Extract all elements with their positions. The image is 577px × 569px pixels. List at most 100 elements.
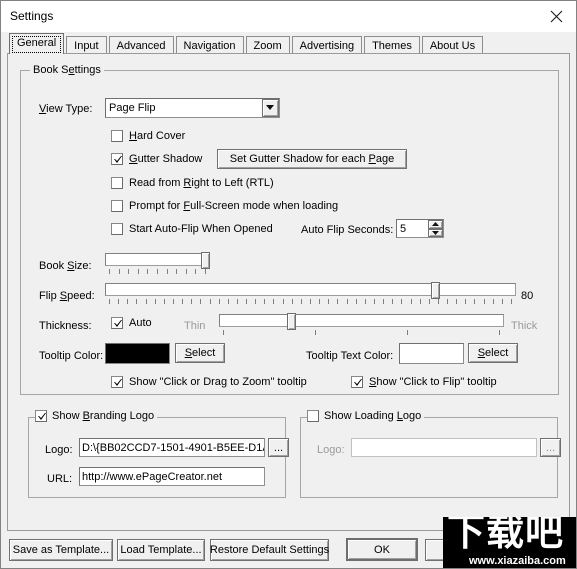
watermark-logo-text: 下载吧 [447, 517, 565, 554]
set-gutter-shadow-button[interactable]: Set Gutter Shadow for each Page [217, 149, 407, 169]
checkbox-box [111, 177, 123, 189]
tooltip-color-swatch[interactable] [105, 343, 170, 364]
slider-thumb[interactable] [431, 282, 440, 299]
checkbox-box [111, 200, 123, 212]
button-label: Load Template... [120, 544, 202, 556]
loading-logo-group: Show Loading Logo Logo: ... [300, 410, 561, 498]
book-settings-legend: Book Settings [30, 64, 104, 76]
prompt-fullscreen-checkbox[interactable]: Prompt for Full-Screen mode when loading [111, 200, 338, 212]
button-label: ... [545, 441, 556, 454]
slider-ticks [219, 330, 504, 336]
view-type-value: Page Flip [109, 102, 156, 114]
tooltip-color-select-button[interactable]: Select [175, 343, 225, 363]
show-flip-tooltip-label: Show "Click to Flip" tooltip [369, 376, 497, 388]
button-label: Select [477, 347, 509, 359]
thickness-min-label: Thin [184, 320, 206, 332]
close-button[interactable] [536, 1, 576, 32]
settings-dialog: Settings General Input Advanced Navigati… [0, 0, 577, 569]
tab-input[interactable]: Input [66, 36, 107, 54]
read-rtl-checkbox[interactable]: Read from Right to Left (RTL) [111, 177, 274, 189]
checkbox-box [111, 153, 123, 165]
branding-logo-browse-button[interactable]: ... [268, 438, 289, 457]
check-icon [113, 318, 123, 329]
gutter-shadow-checkbox[interactable]: Gutter Shadow [111, 153, 202, 165]
slider-track [105, 283, 516, 296]
tab-about-us[interactable]: About Us [421, 36, 484, 54]
show-loading-logo-checkbox[interactable] [307, 410, 319, 422]
start-autoflip-checkbox[interactable]: Start Auto-Flip When Opened [111, 223, 273, 235]
tooltip-text-color-select-button[interactable]: Select [468, 343, 518, 363]
show-branding-logo-checkbox[interactable] [35, 410, 47, 422]
slider-ticks [105, 299, 516, 305]
slider-thumb[interactable] [287, 313, 296, 330]
check-icon [113, 154, 123, 165]
flip-speed-value: 80 [521, 290, 534, 302]
button-label: Select [184, 347, 216, 359]
window-title: Settings [10, 9, 54, 23]
thickness-slider[interactable] [219, 313, 504, 336]
show-loading-logo-label: Show Loading Logo [324, 410, 422, 422]
tab-label: Navigation [183, 40, 236, 52]
tooltip-color-label: Tooltip Color: [39, 350, 104, 362]
tab-advanced[interactable]: Advanced [108, 36, 174, 54]
chevron-down-icon[interactable] [262, 99, 279, 117]
auto-flip-seconds-label: Auto Flip Seconds: [301, 224, 394, 236]
save-as-template-button[interactable]: Save as Template... [9, 539, 113, 561]
button-label: Save as Template... [12, 544, 110, 556]
check-icon [353, 377, 363, 388]
view-type-combo[interactable]: Page Flip [105, 98, 280, 118]
check-icon [113, 377, 123, 388]
tooltip-text-color-swatch[interactable] [399, 343, 464, 364]
stepper-buttons [428, 220, 443, 237]
tab-advertising[interactable]: Advertising [291, 36, 363, 54]
branding-logo-group: Show Branding Logo Logo: D:\{BB02CCD7-15… [28, 410, 289, 498]
book-size-slider[interactable] [105, 252, 210, 275]
show-flip-tooltip-checkbox[interactable]: Show "Click to Flip" tooltip [351, 376, 497, 388]
stepper-down-button[interactable] [428, 228, 443, 237]
watermark: 下载吧 www.xiazaiba.com [443, 517, 576, 568]
ok-button[interactable]: OK [346, 538, 418, 561]
watermark-url: www.xiazaiba.com [469, 555, 566, 567]
tab-label: Advertising [299, 40, 355, 52]
loading-logo-path-input[interactable] [351, 438, 537, 457]
thickness-label: Thickness: [39, 320, 92, 332]
auto-flip-seconds-stepper[interactable]: 5 [396, 219, 444, 238]
branding-url-label: URL: [47, 473, 73, 485]
book-size-label: Book Size: [39, 260, 92, 272]
checkbox-box [351, 376, 363, 388]
branding-logo-path-input[interactable]: D:\{BB02CCD7-1501-4901-B5EE-D1A [79, 438, 265, 457]
read-rtl-label: Read from Right to Left (RTL) [129, 177, 274, 189]
tab-navigation[interactable]: Navigation [175, 36, 244, 54]
slider-track [105, 253, 210, 266]
view-type-label: View Type: [39, 103, 93, 115]
slider-ticks [105, 269, 210, 275]
tab-themes[interactable]: Themes [364, 36, 420, 54]
slider-thumb[interactable] [201, 252, 210, 269]
branding-logo-legend-row[interactable]: Show Branding Logo [35, 410, 158, 422]
checkbox-box [111, 317, 123, 329]
book-settings-group: Book Settings View Type: Page Flip Hard … [20, 64, 559, 395]
hard-cover-checkbox[interactable]: Hard Cover [111, 130, 185, 142]
stepper-up-button[interactable] [428, 220, 443, 229]
auto-flip-seconds-value: 5 [400, 222, 407, 235]
restore-defaults-button[interactable]: Restore Default Settings [210, 539, 329, 561]
tab-general[interactable]: General [9, 33, 65, 54]
tab-zoom[interactable]: Zoom [245, 36, 290, 54]
load-template-button[interactable]: Load Template... [117, 539, 205, 561]
start-autoflip-label: Start Auto-Flip When Opened [129, 223, 273, 235]
button-label: Restore Default Settings [209, 544, 330, 556]
loading-logo-legend-row[interactable]: Show Loading Logo [307, 410, 425, 422]
thickness-max-label: Thick [511, 320, 538, 332]
hard-cover-label: Hard Cover [129, 130, 186, 142]
input-value: http://www.ePageCreator.net [82, 470, 223, 483]
loading-logo-browse-button[interactable]: ... [540, 438, 561, 457]
checkbox-box [111, 223, 123, 235]
show-zoom-tooltip-checkbox[interactable]: Show "Click or Drag to Zoom" tooltip [111, 376, 307, 388]
thickness-auto-label: Auto [129, 317, 152, 329]
tab-label: Advanced [116, 40, 166, 52]
thickness-auto-checkbox[interactable]: Auto [111, 317, 152, 329]
tab-page-general: Book Settings View Type: Page Flip Hard … [7, 53, 570, 531]
branding-url-input[interactable]: http://www.ePageCreator.net [79, 467, 265, 486]
flip-speed-slider[interactable] [105, 282, 516, 305]
tab-label: General [17, 37, 57, 49]
